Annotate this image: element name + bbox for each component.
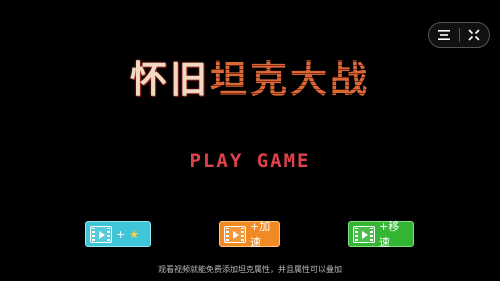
menu-icon xyxy=(437,30,450,40)
movespeed-label: +移速 xyxy=(379,220,400,249)
close-icon xyxy=(468,29,480,41)
bonus-label: + xyxy=(116,227,126,241)
top-right-capsule xyxy=(428,22,490,48)
watch-video-bonus-button[interactable]: + ★ xyxy=(85,221,151,247)
video-icon xyxy=(90,225,112,243)
play-game-button[interactable]: PLAY GAME xyxy=(0,150,500,172)
menu-button[interactable] xyxy=(429,23,459,47)
star-icon: ★ xyxy=(129,227,140,241)
title-part-tank-battle: 坦克大战 xyxy=(210,58,370,101)
video-icon xyxy=(353,225,375,243)
close-button[interactable] xyxy=(460,23,490,47)
video-icon xyxy=(224,225,246,243)
game-title: 怀旧坦克大战 xyxy=(0,58,500,102)
hint-text: 观看视频就能免费添加坦克属性，并且属性可以叠加 xyxy=(158,265,342,274)
speedup-label: +加速 xyxy=(250,220,271,249)
title-part-nostalgic: 怀旧 xyxy=(130,58,210,101)
watch-video-movespeed-button[interactable]: +移速 xyxy=(348,220,414,249)
watch-video-speedup-button[interactable]: +加速 xyxy=(219,220,280,249)
